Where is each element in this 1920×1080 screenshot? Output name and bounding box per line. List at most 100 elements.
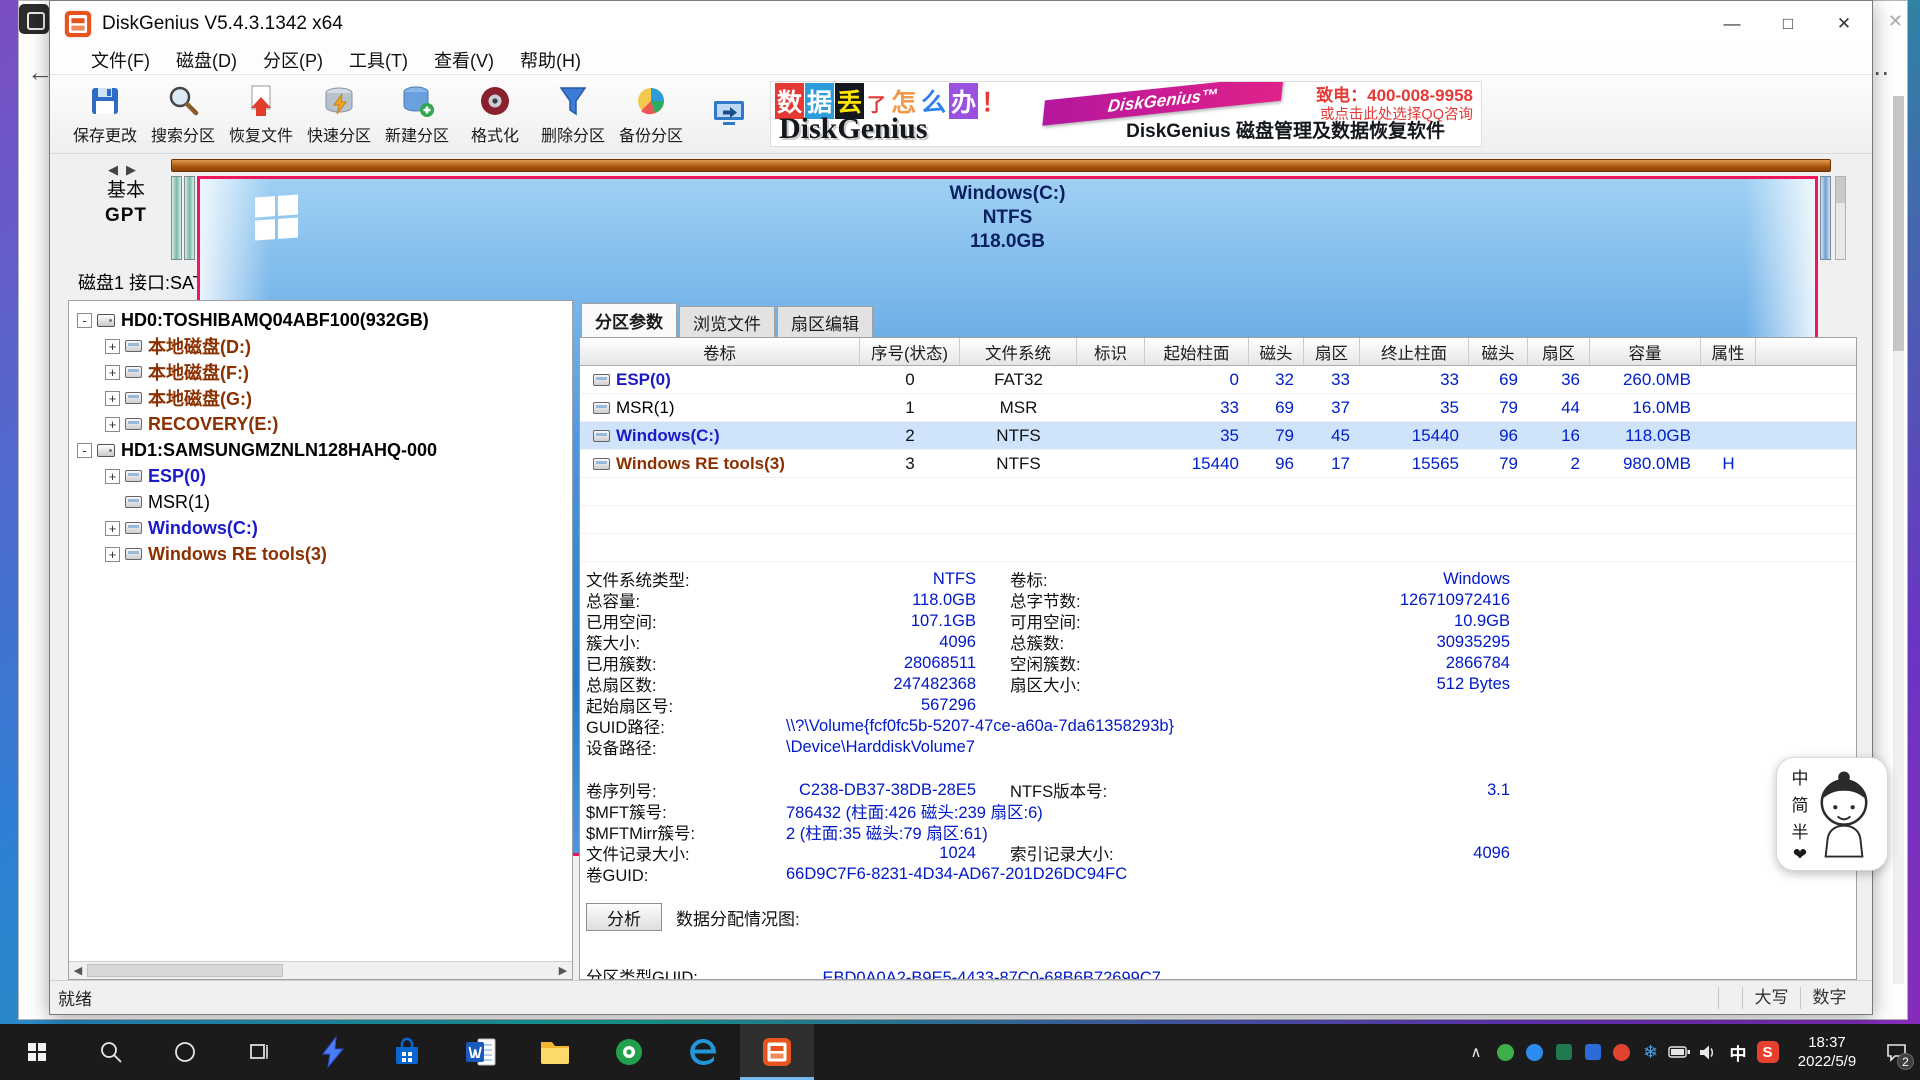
maximize-button[interactable]: □	[1760, 1, 1816, 46]
browser-close-icon[interactable]: ✕	[1888, 11, 1903, 32]
tree-item-recovery-e[interactable]: + RECOVERY(E:)	[69, 411, 572, 437]
expander-icon[interactable]: -	[77, 443, 92, 458]
tray-blue-square-icon[interactable]	[1578, 1024, 1607, 1080]
tree-item-msr[interactable]: MSR(1)	[69, 489, 572, 515]
cortana-button[interactable]	[148, 1024, 222, 1080]
tray-green-icon[interactable]	[1491, 1024, 1520, 1080]
table-row-empty	[580, 534, 1856, 562]
search-icon	[99, 1040, 123, 1064]
tray-red-icon[interactable]	[1607, 1024, 1636, 1080]
recover-files-button[interactable]: 恢复文件	[222, 78, 300, 150]
tree-item-local-g[interactable]: + 本地磁盘(G:)	[69, 385, 572, 411]
ime-floating-widget[interactable]: 中 简 半 ❤	[1776, 757, 1888, 871]
menu-view[interactable]: 查看(V)	[421, 46, 507, 74]
app-file-explorer[interactable]	[518, 1024, 592, 1080]
app-store[interactable]	[370, 1024, 444, 1080]
ad-banner[interactable]: 数据丢了怎么办！ DiskGenius DiskGenius™ 致电：400-0…	[770, 81, 1482, 147]
partition-segment-msr[interactable]	[184, 176, 195, 260]
app-green-circle[interactable]	[592, 1024, 666, 1080]
partition-icon	[125, 392, 142, 404]
task-view-button[interactable]	[222, 1024, 296, 1080]
tray-dark-green-icon[interactable]	[1549, 1024, 1578, 1080]
scrollbar-thumb[interactable]	[87, 964, 283, 977]
expander-icon[interactable]: +	[105, 521, 120, 536]
expander-icon[interactable]: +	[105, 547, 120, 562]
partition-icon	[593, 458, 610, 470]
prev-disk-icon[interactable]: ◀	[108, 162, 126, 177]
tab-partition-params[interactable]: 分区参数	[581, 303, 677, 337]
lightning-app-icon	[316, 1035, 350, 1069]
ime-status-column[interactable]: 中 简 半 ❤	[1785, 764, 1815, 865]
format-button[interactable]: 格式化	[456, 78, 534, 150]
app-word[interactable]	[444, 1024, 518, 1080]
disk-bar-scrollbar[interactable]	[1835, 176, 1846, 260]
menu-tools[interactable]: 工具(T)	[336, 46, 421, 74]
menu-partition[interactable]: 分区(P)	[250, 46, 336, 74]
minimize-button[interactable]: —	[1704, 1, 1760, 46]
menu-help[interactable]: 帮助(H)	[507, 46, 594, 74]
tree-item-local-f[interactable]: + 本地磁盘(F:)	[69, 359, 572, 385]
table-row-selected[interactable]: Windows(C:) 2 NTFS 35 79 45 15440 96 16 …	[580, 422, 1856, 450]
disk-scheme-label: GPT	[80, 203, 172, 228]
browser-scrollbar[interactable]	[1893, 96, 1904, 984]
green-circle-app-icon	[612, 1035, 646, 1069]
partition-segment-esp[interactable]	[171, 176, 182, 260]
tree-item-esp[interactable]: + ESP(0)	[69, 463, 572, 489]
title-bar[interactable]: DiskGenius V5.4.3.1342 x64 — □ ✕	[50, 1, 1872, 46]
taskbar-search-button[interactable]	[74, 1024, 148, 1080]
search-partition-button[interactable]: 搜索分区	[144, 78, 222, 150]
tree-item-local-d[interactable]: + 本地磁盘(D:)	[69, 333, 572, 359]
scroll-right-icon[interactable]: ▶	[554, 964, 572, 977]
app-edge[interactable]	[666, 1024, 740, 1080]
table-row[interactable]: ESP(0) 0 FAT32 0 32 33 33 69 36 260.0MB	[580, 366, 1856, 394]
close-button[interactable]: ✕	[1816, 1, 1872, 46]
expander-icon[interactable]: +	[105, 417, 120, 432]
disk-icon	[97, 444, 115, 457]
scroll-left-icon[interactable]: ◀	[69, 964, 87, 977]
snowflake-icon[interactable]: ❄	[1636, 1024, 1665, 1080]
partition-type-guid-row: 分区类型GUID: EBD0A0A2-B9E5-4433-87C0-68B6B7…	[586, 964, 1161, 980]
expander-icon[interactable]: -	[77, 313, 92, 328]
start-button[interactable]	[0, 1024, 74, 1080]
table-row[interactable]: Windows RE tools(3) 3 NTFS 15440 96 17 1…	[580, 450, 1856, 478]
heart-icon[interactable]: ❤	[1793, 845, 1807, 865]
backup-partition-button[interactable]: 备份分区	[612, 78, 690, 150]
action-center-button[interactable]: 2	[1872, 1024, 1920, 1080]
taskbar-clock[interactable]: 18:37 2022/5/9	[1782, 1033, 1872, 1072]
tree-item-hd1[interactable]: - HD1:SAMSUNGMZNLN128HAHQ-000	[69, 437, 572, 463]
tree-item-windows-c[interactable]: + Windows(C:)	[69, 515, 572, 541]
tree-horizontal-scrollbar[interactable]: ◀ ▶	[69, 961, 572, 979]
next-disk-icon[interactable]: ▶	[126, 162, 144, 177]
scrollbar-thumb[interactable]	[1893, 96, 1904, 351]
browser-tab-icon[interactable]	[19, 4, 49, 34]
tab-sector-edit[interactable]: 扇区编辑	[777, 306, 873, 337]
expander-icon[interactable]: +	[105, 469, 120, 484]
partition-segment-re[interactable]	[1820, 176, 1831, 260]
menu-disk[interactable]: 磁盘(D)	[163, 46, 250, 74]
menu-file[interactable]: 文件(F)	[78, 46, 163, 74]
volume-icon[interactable]	[1694, 1024, 1723, 1080]
tree-item-hd0[interactable]: - HD0:TOSHIBAMQ04ABF100(932GB)	[69, 307, 572, 333]
sogou-icon[interactable]: S	[1753, 1024, 1782, 1080]
quick-partition-button[interactable]: 快速分区	[300, 78, 378, 150]
app-diskgenius[interactable]	[740, 1024, 814, 1080]
battery-icon[interactable]	[1665, 1024, 1694, 1080]
save-changes-button[interactable]: 保存更改	[66, 78, 144, 150]
tray-blue-circle-icon[interactable]	[1520, 1024, 1549, 1080]
tree-item-windows-re[interactable]: + Windows RE tools(3)	[69, 541, 572, 567]
tray-expand-icon[interactable]: ∧	[1461, 1043, 1491, 1061]
tab-browse-files[interactable]: 浏览文件	[679, 306, 775, 337]
new-partition-button[interactable]: 新建分区	[378, 78, 456, 150]
analyze-button[interactable]: 分析	[586, 903, 662, 931]
partition-icon	[125, 366, 142, 378]
expander-icon[interactable]: +	[105, 391, 120, 406]
system-migrate-button[interactable]	[690, 78, 768, 150]
table-row[interactable]: MSR(1) 1 MSR 33 69 37 35 79 44 16.0MB	[580, 394, 1856, 422]
expander-icon[interactable]: +	[105, 365, 120, 380]
system-tray: ∧ ❄ 中 S 18:37 2022/5/9 2	[1461, 1024, 1920, 1080]
ime-indicator[interactable]: 中	[1723, 1040, 1753, 1065]
delete-partition-button[interactable]: 删除分区	[534, 78, 612, 150]
app-lightning[interactable]	[296, 1024, 370, 1080]
expander-icon[interactable]: +	[105, 339, 120, 354]
search-icon	[165, 83, 201, 119]
